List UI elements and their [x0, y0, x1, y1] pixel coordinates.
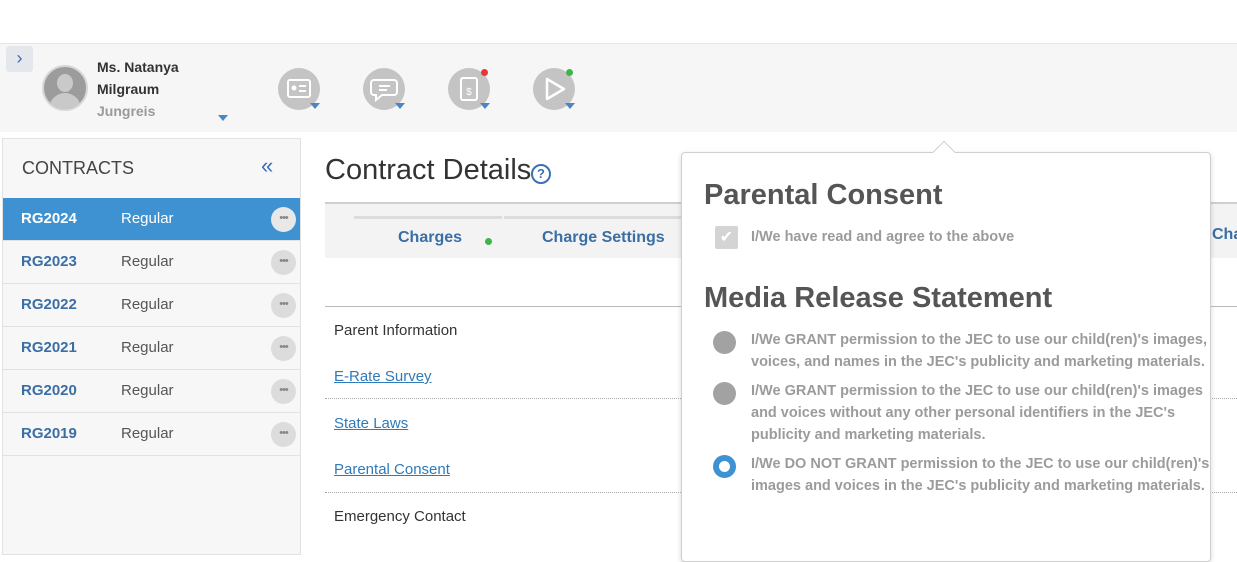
media-option-label-3: I/We DO NOT GRANT permission to the JEC … — [751, 453, 1209, 497]
contract-code: RG2019 — [21, 425, 77, 442]
contract-type: Regular — [121, 296, 174, 313]
user-name-line2: Milgraum — [97, 81, 160, 97]
id-card-chevron-down-icon[interactable] — [310, 103, 320, 109]
contract-row[interactable]: RG2021 Regular ••• — [3, 327, 300, 370]
user-menu-chevron-down-icon[interactable] — [218, 115, 228, 121]
option-line: I/We GRANT permission to the JEC to use … — [751, 332, 1207, 348]
contract-row[interactable]: RG2023 Regular ••• — [3, 241, 300, 284]
tab-charge-settings[interactable]: Charge Settings — [504, 216, 684, 258]
contract-row[interactable]: RG2022 Regular ••• — [3, 284, 300, 327]
section-emergency-contact: Emergency Contact — [334, 508, 466, 525]
contract-type: Regular — [121, 210, 174, 227]
user-name: Ms. Natanya Milgraum Jungreis — [97, 56, 179, 122]
contract-row[interactable]: RG2020 Regular ••• — [3, 370, 300, 413]
consent-label: I/We have read and agree to the above — [751, 229, 1015, 245]
more-options-icon[interactable]: ••• — [271, 379, 296, 404]
contract-type: Regular — [121, 425, 174, 442]
student-header: › Ms. Natanya Milgraum Jungreis $ — [0, 44, 1237, 132]
contract-type: Regular — [121, 253, 174, 270]
media-release-title: Media Release Statement — [704, 282, 1053, 314]
billing-notification-dot — [481, 69, 488, 76]
media-option-radio-2[interactable] — [713, 382, 736, 405]
option-line: I/We DO NOT GRANT permission to the JEC … — [751, 456, 1210, 472]
contract-row[interactable]: RG2024 Regular ••• — [3, 198, 300, 241]
contract-type: Regular — [121, 382, 174, 399]
tab-label: Charges — [398, 229, 463, 246]
contract-code: RG2021 — [21, 339, 77, 356]
consent-checkbox[interactable]: ✔ — [715, 226, 738, 249]
contract-code: RG2024 — [21, 210, 77, 227]
help-icon[interactable]: ? — [531, 164, 551, 184]
contracts-sidebar: CONTRACTS « RG2024 Regular ••• RG2023 Re… — [2, 138, 301, 555]
charges-status-dot — [485, 238, 492, 245]
section-parent-information: Parent Information — [334, 322, 458, 339]
user-name-line1: Ms. Natanya — [97, 59, 179, 75]
tab-charges[interactable]: Charges — [354, 216, 502, 258]
media-option-label-1: I/We GRANT permission to the JEC to use … — [751, 329, 1207, 373]
contract-code: RG2020 — [21, 382, 77, 399]
flag-chevron-down-icon[interactable] — [565, 103, 575, 109]
more-options-icon[interactable]: ••• — [271, 336, 296, 361]
link-parental-consent[interactable]: Parental Consent — [334, 461, 450, 478]
tab-label: Cha — [1212, 226, 1237, 243]
media-option-radio-1[interactable] — [713, 331, 736, 354]
popover-arrow — [932, 140, 956, 164]
avatar[interactable] — [42, 65, 88, 111]
tab-label: Charge Settings — [542, 229, 665, 246]
option-line: images and voices in the JEC's publicity… — [751, 478, 1205, 494]
top-strip — [0, 0, 1237, 44]
consent-popover: Parental Consent ✔ I/We have read and ag… — [681, 140, 1211, 562]
option-line: and voices without any other personal id… — [751, 405, 1176, 421]
link-e-rate-survey[interactable]: E-Rate Survey — [334, 368, 432, 385]
contract-type: Regular — [121, 339, 174, 356]
flag-notification-dot — [566, 69, 573, 76]
collapse-sidebar-icon[interactable]: « — [261, 153, 273, 179]
more-options-icon[interactable]: ••• — [271, 207, 296, 232]
billing-chevron-down-icon[interactable] — [480, 103, 490, 109]
user-name-line3: Jungreis — [97, 103, 156, 119]
contract-code: RG2022 — [21, 296, 77, 313]
expand-sidebar-button[interactable]: › — [6, 46, 33, 72]
contract-row[interactable]: RG2019 Regular ••• — [3, 413, 300, 456]
parental-consent-title: Parental Consent — [704, 179, 943, 211]
svg-text:$: $ — [466, 87, 472, 98]
option-line: publicity and marketing materials. — [751, 427, 986, 443]
sidebar-title: CONTRACTS — [22, 158, 134, 178]
contract-code: RG2023 — [21, 253, 77, 270]
link-state-laws[interactable]: State Laws — [334, 415, 408, 432]
avatar-head — [57, 74, 73, 92]
more-options-icon[interactable]: ••• — [271, 422, 296, 447]
media-option-radio-3[interactable] — [713, 455, 736, 478]
more-options-icon[interactable]: ••• — [271, 293, 296, 318]
option-line: voices, and names in the JEC's publicity… — [751, 354, 1205, 370]
option-line: I/We GRANT permission to the JEC to use … — [751, 383, 1203, 399]
avatar-body — [49, 93, 81, 109]
chat-chevron-down-icon[interactable] — [395, 103, 405, 109]
page-title: Contract Details — [325, 154, 532, 186]
more-options-icon[interactable]: ••• — [271, 250, 296, 275]
media-option-label-2: I/We GRANT permission to the JEC to use … — [751, 380, 1203, 446]
